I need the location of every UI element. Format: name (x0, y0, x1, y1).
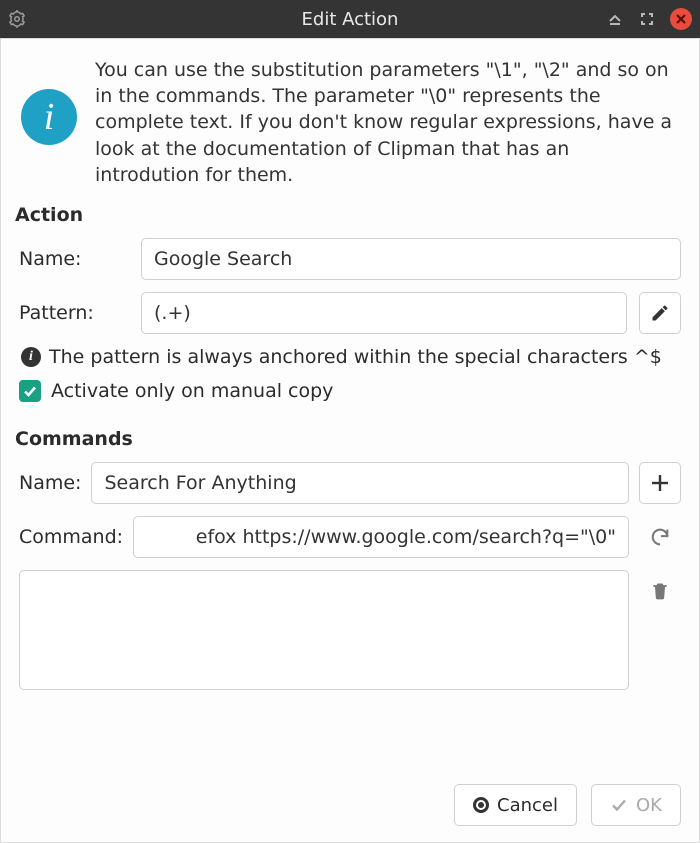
command-delete-button[interactable] (639, 570, 681, 612)
command-value-input[interactable] (133, 516, 629, 558)
command-name-label: Name: (19, 472, 81, 494)
action-pattern-input[interactable] (141, 292, 627, 334)
info-text: You can use the substitution parameters … (95, 57, 679, 188)
window-shade-icon[interactable] (606, 10, 624, 28)
refresh-icon (649, 526, 671, 548)
action-section-label: Action (1, 196, 699, 230)
manual-copy-label: Activate only on manual copy (51, 380, 333, 402)
info-row: i You can use the substitution parameter… (1, 39, 699, 196)
command-label: Command: (19, 526, 123, 548)
pattern-hint-row: i The pattern is always anchored within … (19, 346, 681, 368)
plus-icon (649, 472, 671, 494)
cancel-icon (473, 797, 489, 813)
trash-icon (650, 581, 670, 601)
action-name-label: Name: (19, 248, 129, 270)
info-icon: i (21, 89, 77, 145)
window-maximize-icon[interactable] (638, 10, 656, 28)
commands-form: Name: Command: (1, 454, 699, 690)
cancel-button[interactable]: Cancel (454, 784, 577, 826)
checkmark-icon (610, 796, 628, 814)
ok-button-label: OK (636, 795, 662, 816)
titlebar: Edit Action (0, 0, 700, 38)
settings-icon[interactable] (8, 10, 26, 28)
manual-copy-checkbox[interactable] (19, 380, 41, 402)
manual-copy-row: Activate only on manual copy (19, 380, 681, 402)
pattern-edit-button[interactable] (639, 292, 681, 334)
checkmark-icon (22, 383, 38, 399)
window-close-icon[interactable] (670, 8, 692, 30)
dialog-button-bar: Cancel OK (1, 770, 699, 842)
command-list[interactable] (19, 570, 629, 690)
action-pattern-label: Pattern: (19, 302, 129, 324)
pattern-hint-text: The pattern is always anchored within th… (49, 346, 662, 368)
action-form: Name: Pattern: i The pattern is always a… (1, 230, 699, 406)
action-name-input[interactable] (141, 238, 681, 280)
commands-section-label: Commands (1, 420, 699, 454)
cancel-button-label: Cancel (497, 795, 558, 816)
command-add-button[interactable] (639, 462, 681, 504)
pencil-icon (650, 303, 670, 323)
ok-button[interactable]: OK (591, 784, 681, 826)
window-title: Edit Action (0, 9, 700, 30)
hint-info-icon: i (21, 347, 41, 367)
command-refresh-button[interactable] (639, 516, 681, 558)
command-name-input[interactable] (91, 462, 629, 504)
dialog-body: i You can use the substitution parameter… (0, 38, 700, 843)
